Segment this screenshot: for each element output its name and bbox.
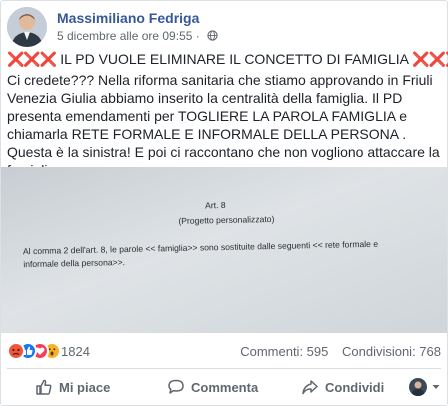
post-meta: 5 dicembre alle ore 09:55 · (57, 29, 218, 43)
actions-divider (7, 368, 441, 369)
comment-icon (168, 379, 184, 394)
viewer-avatar (409, 378, 427, 396)
reaction-count[interactable]: 1824 (61, 344, 90, 359)
comment-label: Commenta (191, 379, 259, 395)
author-name[interactable]: Massimiliano Fedriga (57, 10, 199, 26)
post-stats: 1824 Commenti: 595 Condivisioni: 768 (7, 341, 441, 363)
cross-mark-icon: ❌❌❌ (412, 51, 448, 67)
comment-button[interactable]: Commenta (167, 371, 258, 403)
post-header: Massimiliano Fedriga 5 dicembre alle ore… (7, 7, 441, 47)
viewer-selector[interactable] (409, 378, 441, 396)
shares-count[interactable]: Condivisioni: 768 (342, 344, 441, 359)
like-label: Mi piace (59, 379, 111, 395)
document-photo: Art. 8 (Progetto personalizzato) Al comm… (1, 167, 447, 333)
headline-text: IL PD VUOLE ELIMINARE IL CONCETTO DI FAM… (60, 51, 409, 67)
post-headline: ❌❌❌ IL PD VUOLE ELIMINARE IL CONCETTO DI… (7, 51, 448, 68)
share-icon (302, 380, 318, 395)
meta-separator: · (195, 29, 204, 43)
document-line-body: informale della persona>>. (23, 257, 125, 269)
like-button[interactable]: Mi piace (35, 371, 110, 403)
cross-mark-icon: ❌❌❌ (7, 51, 57, 67)
chevron-down-icon (432, 385, 440, 389)
post-body: Ci credete??? Nella riforma sanitaria ch… (7, 72, 440, 178)
share-label: Condividi (325, 379, 385, 395)
facebook-post: Massimiliano Fedriga 5 dicembre alle ore… (0, 0, 448, 406)
angry-reaction-icon (7, 342, 25, 360)
post-actions: Mi piace Commenta Condividi (7, 371, 441, 403)
comments-count[interactable]: Commenti: 595 (240, 344, 328, 359)
author-avatar[interactable] (7, 7, 47, 47)
post-timestamp[interactable]: 5 dicembre alle ore 09:55 (57, 29, 192, 43)
globe-icon (207, 30, 218, 41)
document-line-subtitle: (Progetto personalizzato) (178, 214, 274, 226)
reaction-icons[interactable] (7, 341, 61, 361)
document-line-title: Art. 8 (205, 200, 226, 210)
engagement-counts: Commenti: 595 Condivisioni: 768 (240, 344, 441, 359)
share-button[interactable]: Condividi (301, 371, 384, 403)
post-photo[interactable]: Art. 8 (Progetto personalizzato) Al comm… (1, 167, 447, 333)
thumbs-up-icon (36, 379, 52, 395)
